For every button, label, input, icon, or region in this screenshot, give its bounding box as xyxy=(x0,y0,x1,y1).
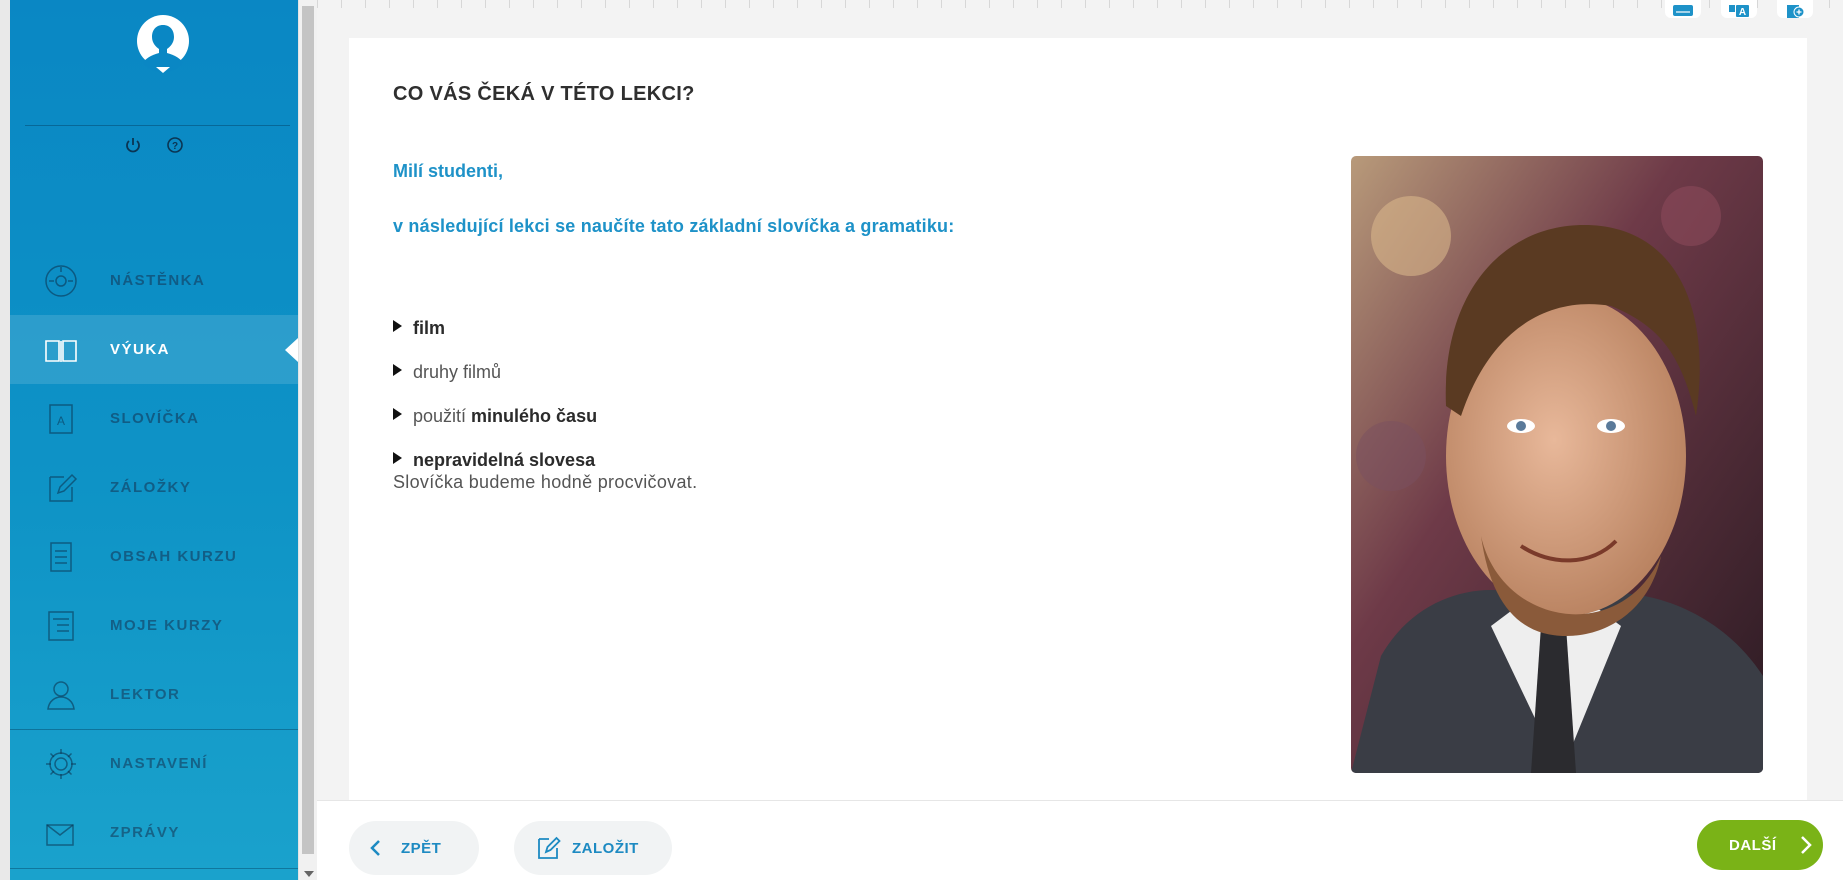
sidebar-item-obsah-kurzu[interactable]: OBSAH KURZU xyxy=(10,522,298,591)
list-item: druhy filmů xyxy=(393,362,597,406)
gear-icon xyxy=(46,748,76,779)
sidebar-scrollbar[interactable] xyxy=(298,0,317,880)
sidebar: ? NÁSTĚNKA VÝUKA A SLOVÍČKA ZÁLOŽKY OBSA… xyxy=(10,0,298,880)
page-title: CO VÁS ČEKÁ V TÉTO LEKCI? xyxy=(393,83,695,105)
bookmark-edit-icon xyxy=(538,836,561,859)
dashboard-icon xyxy=(45,264,77,297)
sidebar-item-zalozky[interactable]: ZÁLOŽKY xyxy=(10,453,298,522)
sidebar-item-nastaveni[interactable]: NASTAVENÍ xyxy=(10,729,298,798)
svg-text:?: ? xyxy=(172,141,178,152)
left-edge xyxy=(0,0,10,880)
vocabulary-icon: A xyxy=(49,403,73,434)
sidebar-item-zpravy[interactable]: ZPRÁVY xyxy=(10,798,298,867)
topic-list: film druhy filmů použití minulého času n… xyxy=(393,318,597,494)
intro-text: v následující lekci se naučíte tato zákl… xyxy=(393,216,955,236)
book-icon xyxy=(45,339,77,362)
lesson-card: CO VÁS ČEKÁ V TÉTO LEKCI? Milí studenti,… xyxy=(349,38,1807,800)
chevron-left-icon xyxy=(370,840,380,856)
bullet-arrow-icon xyxy=(393,364,402,376)
sidebar-item-label: ZÁLOŽKY xyxy=(110,479,192,496)
svg-text:A: A xyxy=(57,414,65,428)
list-item: použití minulého času xyxy=(393,406,597,450)
keyboard-button[interactable] xyxy=(1665,0,1701,18)
sidebar-item-moje-kurzy[interactable]: MOJE KURZY xyxy=(10,591,298,660)
scroll-down-icon[interactable] xyxy=(304,871,314,877)
power-icon[interactable] xyxy=(124,136,142,154)
add-page-icon xyxy=(1787,5,1805,18)
sidebar-item-label: NASTAVENÍ xyxy=(110,755,208,772)
sidebar-item-label: SLOVÍČKA xyxy=(110,410,200,427)
sidebar-item-label: ZPRÁVY xyxy=(110,824,180,841)
help-icon[interactable]: ? xyxy=(166,136,184,154)
sidebar-item-label: LEKTOR xyxy=(110,686,181,703)
back-label: ZPĚT xyxy=(401,839,442,857)
person-icon xyxy=(47,680,75,710)
course-list-icon xyxy=(48,610,74,641)
translate-button[interactable]: A xyxy=(1721,0,1757,18)
nav-divider xyxy=(10,868,298,869)
list-item-text: druhy filmů xyxy=(413,362,502,382)
sidebar-nav: NÁSTĚNKA VÝUKA A SLOVÍČKA ZÁLOŽKY OBSAH … xyxy=(10,246,298,869)
sidebar-item-vyuka[interactable]: VÝUKA xyxy=(10,315,298,384)
next-button[interactable]: DALŠÍ xyxy=(1697,820,1823,870)
user-avatar-icon[interactable] xyxy=(136,15,190,73)
active-indicator xyxy=(285,337,298,362)
sidebar-item-label: VÝUKA xyxy=(110,341,171,358)
list-item-text-prefix: použití xyxy=(413,406,472,426)
lesson-photo xyxy=(1351,156,1763,773)
message-icon xyxy=(46,823,74,846)
top-ruler xyxy=(317,0,1843,8)
bookmark-label: ZALOŽIT xyxy=(572,839,639,857)
sidebar-item-label: OBSAH KURZU xyxy=(110,548,238,565)
bookmark-edit-icon xyxy=(49,473,78,502)
bullet-arrow-icon xyxy=(393,408,402,420)
nav-divider xyxy=(10,729,298,730)
closing-text: Slovíčka budeme hodně procvičovat. xyxy=(393,472,698,492)
scrollbar-thumb[interactable] xyxy=(302,6,314,854)
bookmark-button[interactable]: ZALOŽIT xyxy=(514,821,672,875)
sidebar-item-nastenka[interactable]: NÁSTĚNKA xyxy=(10,246,298,315)
list-item-text: film xyxy=(413,318,446,338)
greeting: Milí studenti, xyxy=(393,161,503,181)
sidebar-divider xyxy=(25,125,290,126)
next-label: DALŠÍ xyxy=(1729,836,1777,854)
list-item-text: nepravidelná slovesa xyxy=(413,450,596,470)
add-page-button[interactable] xyxy=(1777,0,1813,18)
keyboard-icon xyxy=(1673,5,1693,16)
document-icon xyxy=(50,541,72,572)
sidebar-item-label: NÁSTĚNKA xyxy=(110,272,206,289)
translate-icon: A xyxy=(1729,5,1749,18)
sidebar-item-label: MOJE KURZY xyxy=(110,617,224,634)
sidebar-item-lektor[interactable]: LEKTOR xyxy=(10,660,298,729)
svg-text:A: A xyxy=(1739,7,1746,18)
bullet-arrow-icon xyxy=(393,320,402,332)
bottom-bar: ZPĚT ZALOŽIT DALŠÍ xyxy=(317,800,1843,880)
bullet-arrow-icon xyxy=(393,452,402,464)
chevron-right-icon xyxy=(1800,836,1812,854)
list-item-text-bold: minulého času xyxy=(471,406,598,426)
top-toolbar: A xyxy=(1665,0,1813,18)
sidebar-item-slovicka[interactable]: A SLOVÍČKA xyxy=(10,384,298,453)
list-item: film xyxy=(393,318,597,362)
back-button[interactable]: ZPĚT xyxy=(349,821,479,875)
